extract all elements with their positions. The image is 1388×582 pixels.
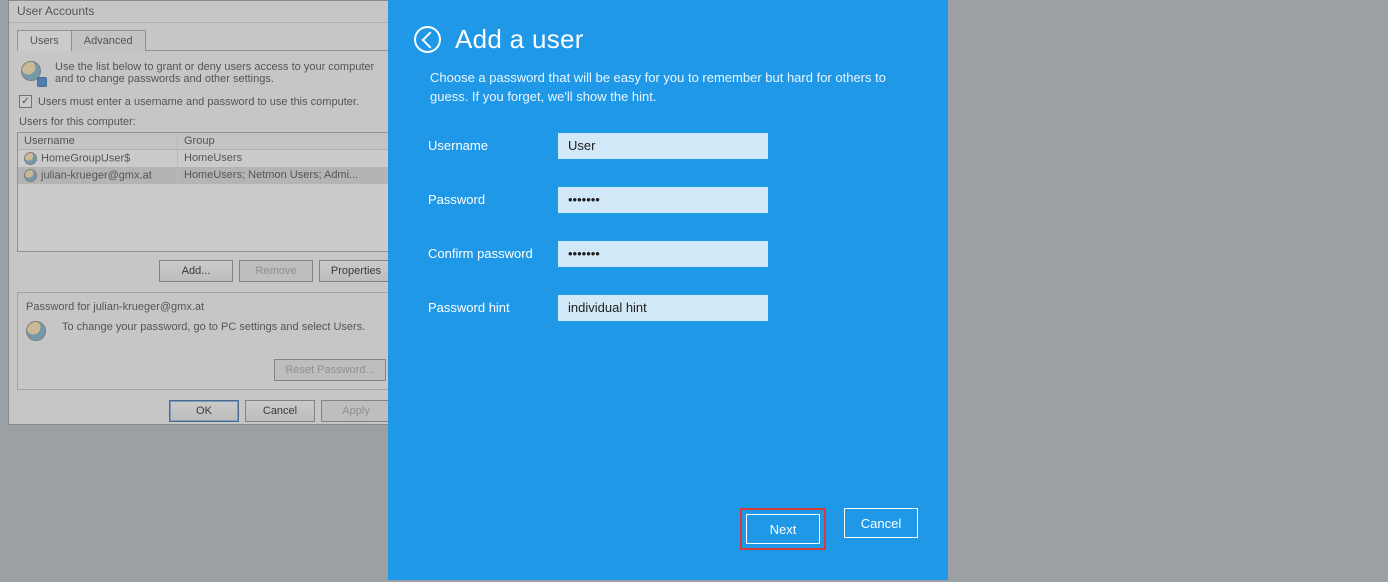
add-button[interactable]: Add... <box>159 260 233 282</box>
users-list-heading: Users for this computer: <box>17 116 395 132</box>
password-groupbox: Password for julian-krueger@gmx.at To ch… <box>17 292 395 390</box>
password-hint-label: Password hint <box>428 300 558 315</box>
user-accounts-title: User Accounts <box>9 1 403 23</box>
password-hint-input[interactable] <box>558 295 768 321</box>
back-button[interactable] <box>414 26 441 53</box>
username-label: Username <box>428 138 558 153</box>
users-list[interactable]: Username Group HomeGroupUser$ HomeUsers … <box>17 132 395 252</box>
column-group[interactable]: Group <box>178 133 394 149</box>
cancel-button[interactable]: Cancel <box>245 400 315 422</box>
confirm-password-label: Confirm password <box>428 246 558 261</box>
must-enter-password-label: Users must enter a username and password… <box>38 96 359 108</box>
next-button-highlight: Next <box>740 508 826 550</box>
back-arrow-icon <box>421 31 438 48</box>
reset-password-button: Reset Password... <box>274 359 386 381</box>
add-user-description: Choose a password that will be easy for … <box>388 59 948 133</box>
column-username[interactable]: Username <box>18 133 178 149</box>
password-input[interactable] <box>558 187 768 213</box>
password-instruction: To change your password, go to PC settin… <box>62 321 365 333</box>
users-icon <box>26 321 50 345</box>
password-label: Password <box>428 192 558 207</box>
add-user-title: Add a user <box>455 24 584 55</box>
user-accounts-dialog: User Accounts Users Advanced Use the lis… <box>8 0 404 425</box>
add-user-cancel-button[interactable]: Cancel <box>844 508 918 538</box>
tab-users[interactable]: Users <box>17 30 72 51</box>
user-icon <box>24 169 37 182</box>
users-icon <box>21 61 45 85</box>
username-input[interactable] <box>558 133 768 159</box>
user-accounts-tabs: Users Advanced <box>17 29 395 51</box>
apply-button: Apply <box>321 400 391 422</box>
confirm-password-input[interactable] <box>558 241 768 267</box>
next-button[interactable]: Next <box>746 514 820 544</box>
table-row[interactable]: julian-krueger@gmx.at HomeUsers; Netmon … <box>18 167 394 184</box>
table-row[interactable]: HomeGroupUser$ HomeUsers <box>18 150 394 167</box>
password-groupbox-title: Password for julian-krueger@gmx.at <box>26 301 386 313</box>
remove-button: Remove <box>239 260 313 282</box>
tab-advanced[interactable]: Advanced <box>71 30 146 51</box>
ok-button[interactable]: OK <box>169 400 239 422</box>
properties-button[interactable]: Properties <box>319 260 393 282</box>
instructions-text: Use the list below to grant or deny user… <box>55 61 391 85</box>
must-enter-password-checkbox[interactable]: ✓ <box>19 95 32 108</box>
user-icon <box>24 152 37 165</box>
add-user-panel: Add a user Choose a password that will b… <box>388 0 948 580</box>
